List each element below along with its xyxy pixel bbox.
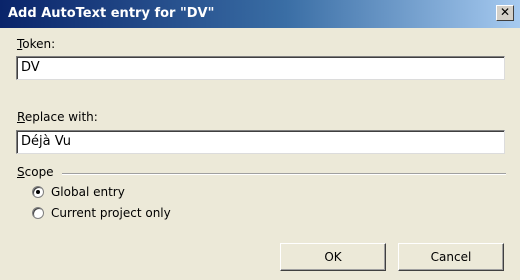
replace-with-field[interactable]: Déjà Vu	[16, 130, 505, 154]
dialog-title: Add AutoText entry for "DV"	[8, 6, 215, 21]
scope-option-global[interactable]: Global entry	[32, 184, 125, 200]
ok-button[interactable]: OK	[280, 243, 386, 271]
radio-global-entry-label: Global entry	[51, 185, 125, 199]
scope-divider	[62, 173, 506, 175]
autotext-dialog: Add AutoText entry for "DV" ✕ Token: DV …	[0, 0, 520, 280]
cancel-button[interactable]: Cancel	[398, 243, 504, 271]
close-icon: ✕	[499, 5, 511, 19]
radio-current-project-label: Current project only	[51, 206, 171, 220]
replace-with-label: Replace with:	[17, 110, 98, 124]
token-label: Token:	[17, 37, 56, 51]
scope-option-current-project[interactable]: Current project only	[32, 205, 171, 221]
radio-current-project[interactable]	[32, 207, 44, 219]
token-field[interactable]: DV	[16, 56, 505, 80]
radio-global-entry[interactable]	[32, 186, 44, 198]
title-bar[interactable]: Add AutoText entry for "DV" ✕	[0, 0, 520, 28]
close-button[interactable]: ✕	[496, 5, 514, 21]
scope-label: Scope	[17, 165, 54, 179]
